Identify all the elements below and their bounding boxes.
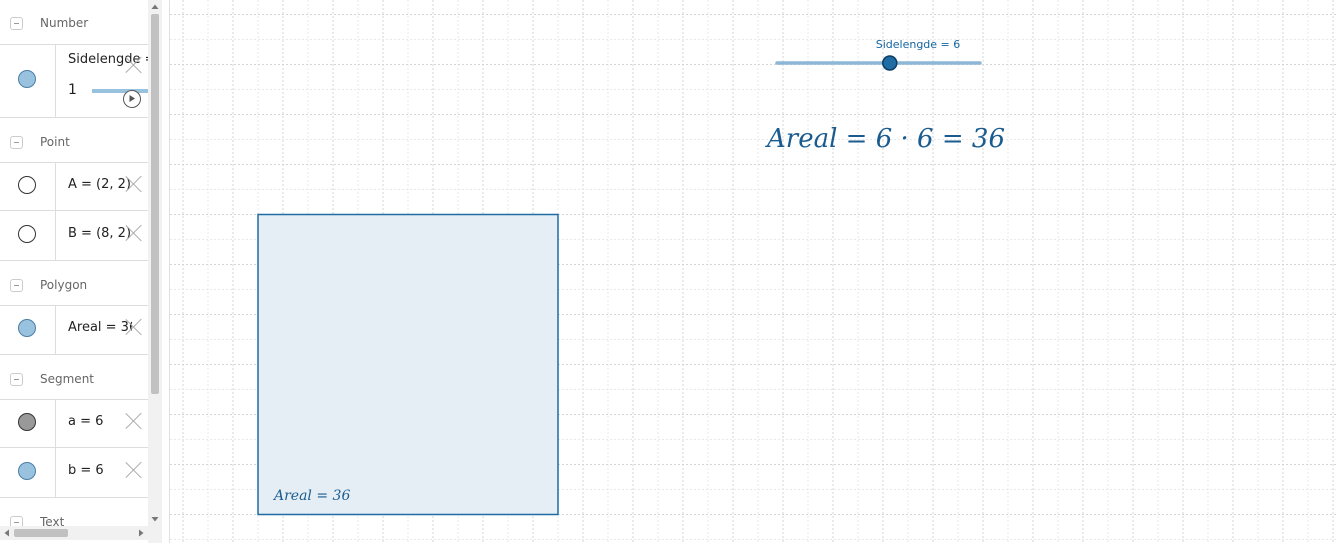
- group-header-text[interactable]: Text: [0, 498, 148, 526]
- panel-divider[interactable]: [162, 0, 170, 543]
- group-label-text: Text: [40, 515, 65, 526]
- visibility-marble-icon[interactable]: [18, 70, 36, 88]
- collapse-icon[interactable]: [10, 17, 23, 30]
- group-label-point: Point: [40, 135, 70, 149]
- collapse-icon[interactable]: [10, 373, 23, 386]
- segment-a-definition: a = 6: [68, 414, 104, 429]
- marble-cell: [0, 162, 56, 210]
- group-label-polygon: Polygon: [40, 278, 88, 292]
- slider-min-value: 1: [68, 82, 77, 98]
- scroll-corner: [148, 526, 162, 543]
- visibility-marble-icon[interactable]: [18, 225, 36, 243]
- scroll-right-icon[interactable]: [134, 526, 148, 540]
- delete-icon[interactable]: [125, 318, 143, 336]
- group-label-segment: Segment: [40, 372, 94, 386]
- group-header-polygon[interactable]: Polygon: [0, 261, 148, 306]
- point-a-definition: A = (2, 2): [68, 177, 130, 192]
- algebra-row-segment-b[interactable]: b = 6: [0, 448, 148, 498]
- group-header-number[interactable]: Number: [0, 0, 148, 45]
- algebra-view: Number Sidelengde = 1 Point A = (2, 2) B…: [0, 0, 148, 526]
- collapse-icon[interactable]: [10, 279, 23, 292]
- collapse-icon[interactable]: [10, 516, 23, 526]
- marble-cell: [0, 305, 56, 354]
- visibility-marble-icon[interactable]: [18, 176, 36, 194]
- algebra-row-sidelengde[interactable]: Sidelengde = 1: [0, 44, 148, 118]
- point-b-definition: B = (8, 2): [68, 226, 130, 241]
- scroll-down-icon[interactable]: [148, 512, 162, 526]
- slider-handle[interactable]: [882, 55, 898, 71]
- delete-icon[interactable]: [125, 461, 143, 479]
- algebra-row-segment-a[interactable]: a = 6: [0, 399, 148, 448]
- algebra-vertical-scrollbar[interactable]: [148, 0, 162, 526]
- polygon-definition: Areal = 36: [68, 320, 132, 335]
- visibility-marble-icon[interactable]: [18, 462, 36, 480]
- polygon-caption: Areal = 36: [272, 488, 350, 504]
- algebra-row-point-b[interactable]: B = (8, 2): [0, 211, 148, 261]
- horizontal-scroll-thumb[interactable]: [14, 529, 68, 537]
- segment-b-definition: b = 6: [68, 463, 104, 478]
- graphics-view[interactable]: Areal = 36 Sidelengde = 6 Areal = 6 · 6 …: [170, 0, 1336, 543]
- slider-label: Sidelengde = 6: [876, 38, 961, 51]
- group-header-segment[interactable]: Segment: [0, 355, 148, 400]
- marble-cell: [0, 399, 56, 447]
- delete-icon[interactable]: [125, 56, 143, 74]
- group-label-number: Number: [40, 16, 89, 30]
- collapse-icon[interactable]: [10, 136, 23, 149]
- marble-cell: [0, 448, 56, 497]
- scroll-up-icon[interactable]: [148, 0, 162, 14]
- square-polygon[interactable]: [257, 213, 559, 516]
- delete-icon[interactable]: [125, 175, 143, 193]
- algebra-row-point-a[interactable]: A = (2, 2): [0, 162, 148, 211]
- visibility-marble-icon[interactable]: [18, 413, 36, 431]
- marble-cell: [0, 211, 56, 260]
- delete-icon[interactable]: [125, 412, 143, 430]
- play-icon[interactable]: [123, 90, 141, 108]
- algebra-slider-track[interactable]: [92, 89, 148, 93]
- vertical-scroll-thumb[interactable]: [151, 14, 159, 394]
- scroll-left-icon[interactable]: [0, 526, 14, 540]
- delete-icon[interactable]: [125, 224, 143, 242]
- visibility-marble-icon[interactable]: [18, 319, 36, 337]
- marble-cell: [0, 44, 56, 117]
- group-header-point[interactable]: Point: [0, 118, 148, 163]
- algebra-row-polygon[interactable]: Areal = 36: [0, 305, 148, 355]
- slider-sidelengde[interactable]: Sidelengde = 6: [775, 38, 982, 71]
- algebra-horizontal-scrollbar[interactable]: [0, 526, 148, 540]
- area-formula: Areal = 6 · 6 = 36: [765, 124, 1005, 154]
